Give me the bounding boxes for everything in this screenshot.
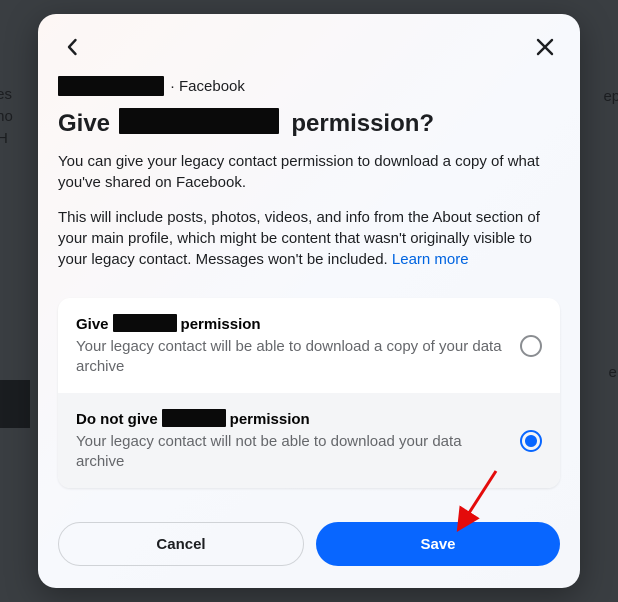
redacted-name [162,409,226,427]
option-text: Do not give permission Your legacy contac… [76,409,506,472]
dialog-footer: Cancel Save [58,500,560,566]
redacted-name [58,76,164,96]
save-button[interactable]: Save [316,522,560,566]
radio-checked[interactable] [520,430,542,452]
close-icon [535,37,555,57]
breadcrumb-product: Facebook [179,78,245,95]
radio-unchecked[interactable] [520,335,542,357]
label-suffix: permission [181,316,261,333]
label-prefix: Do not give [76,411,158,428]
close-button[interactable] [530,32,560,62]
redacted-name [119,108,279,134]
background-text: ep our [603,86,618,108]
breadcrumb-separator: · [170,78,175,95]
option-do-not-give-permission[interactable]: Do not give permission Your legacy contac… [58,393,560,488]
breadcrumb: · Facebook [58,76,560,96]
title-prefix: Give [58,110,110,137]
option-text: Give permission Your legacy contact will … [76,314,506,377]
dialog-description-1: You can give your legacy contact permiss… [58,151,560,193]
learn-more-link[interactable]: Learn more [392,251,469,268]
cancel-button[interactable]: Cancel [58,522,304,566]
back-button[interactable] [58,32,88,62]
option-label: Give permission [76,314,506,335]
option-description: Your legacy contact will be able to down… [76,337,506,377]
dialog-header [58,32,560,62]
redacted-name [113,314,177,332]
permission-dialog: · Facebook Give permission? You can give… [38,14,580,588]
option-label: Do not give permission [76,409,506,430]
title-suffix: permission? [291,110,434,137]
option-give-permission[interactable]: Give permission Your legacy contact will … [58,298,560,393]
label-prefix: Give [76,316,109,333]
chevron-left-icon [63,37,83,57]
dialog-description-2: This will include posts, photos, videos,… [58,207,560,270]
background-text: e or c [608,362,618,384]
option-description: Your legacy contact will not be able to … [76,432,506,472]
dialog-title: Give permission? [58,108,560,139]
radio-group: Give permission Your legacy contact will … [58,298,560,488]
label-suffix: permission [230,411,310,428]
background-text: ences echno eta H [0,84,13,150]
background-bar [0,380,30,428]
